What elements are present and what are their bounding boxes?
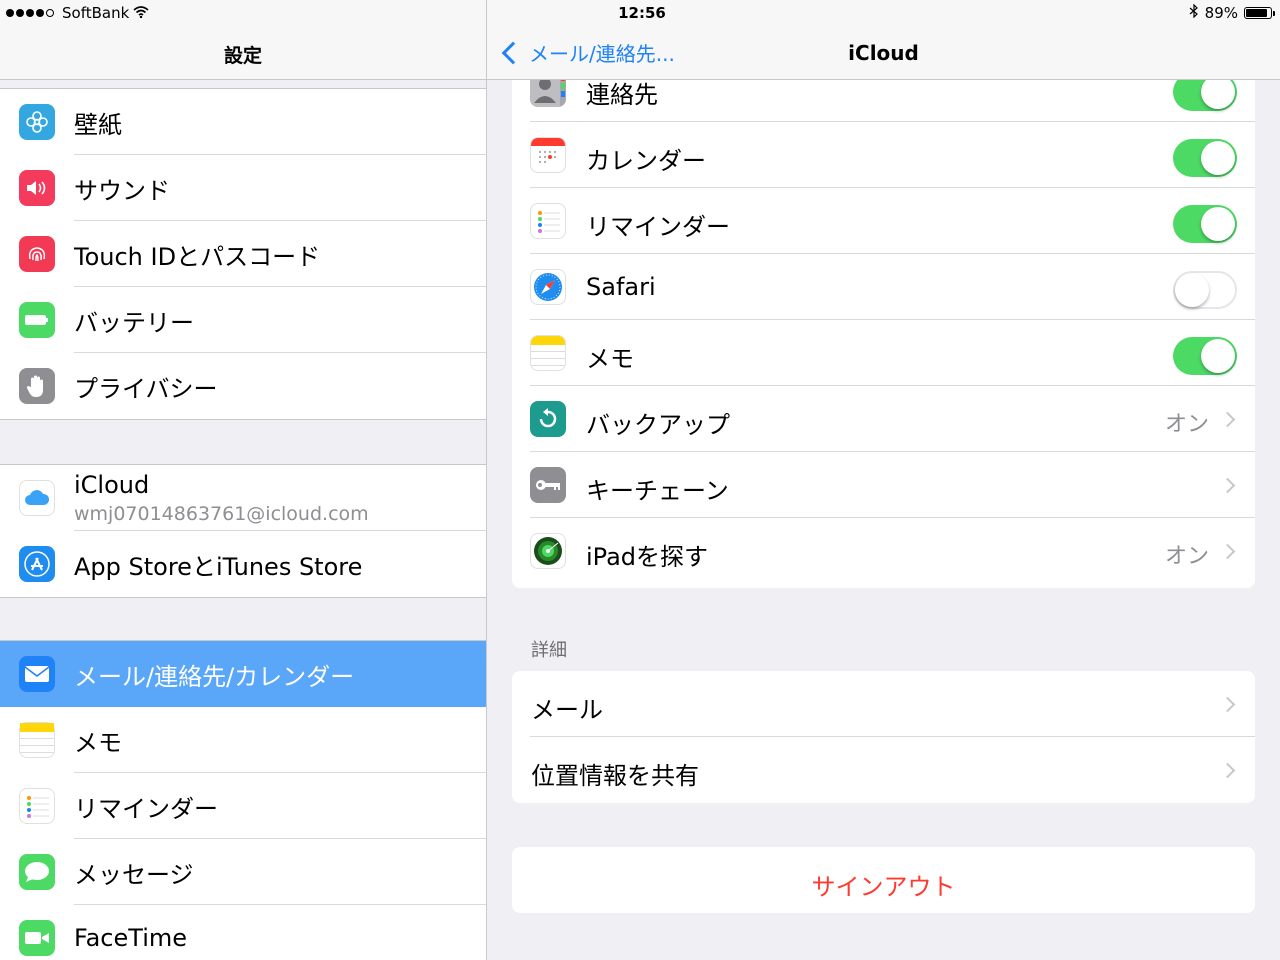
settings-item-label: プライバシー	[74, 374, 218, 403]
key-icon	[530, 467, 566, 503]
reminders-icon	[19, 788, 55, 824]
settings-item-mail-contacts-calendar[interactable]: メール/連絡先/カレンダー	[0, 641, 486, 707]
chevron-right-icon	[1219, 762, 1236, 779]
settings-item-label: リマインダー	[74, 794, 218, 823]
signout-label: サインアウト	[811, 873, 956, 901]
settings-item-label: メモ	[74, 728, 122, 757]
service-row-keychain[interactable]: キーチェーン	[512, 452, 1255, 518]
settings-group-accounts: iCloud wmj07014863761@icloud.com App Sto…	[0, 464, 486, 598]
chevron-right-icon	[1219, 696, 1236, 713]
battery-icon	[1244, 7, 1275, 19]
battery-icon	[19, 302, 55, 338]
reminders-icon	[530, 203, 566, 239]
advanced-mail-label: メール	[531, 696, 603, 724]
status-right: 89%	[1189, 3, 1275, 22]
master-title: 設定	[223, 45, 262, 67]
service-row-reminders: リマインダー	[512, 188, 1255, 254]
notes-toggle[interactable]	[1173, 337, 1237, 375]
icloud-services-list: 連絡先 カレンダー リマインダー Safari メモ バックアップ オン キーチ…	[512, 56, 1255, 588]
service-label: リマインダー	[586, 213, 730, 241]
service-label: iPadを探す	[586, 543, 709, 571]
find-my-radar-icon	[530, 533, 566, 569]
bluetooth-icon	[1189, 3, 1199, 22]
appstore-icon	[19, 546, 55, 582]
find-my-ipad-status: オン	[1164, 544, 1209, 569]
detail-title: iCloud	[848, 41, 919, 65]
service-label: 連絡先	[586, 81, 658, 109]
service-label: メモ	[586, 345, 634, 373]
advanced-list: メール 位置情報を共有	[512, 671, 1255, 803]
settings-item-label: App StoreとiTunes Store	[74, 552, 363, 581]
battery-percentage: 89%	[1204, 4, 1238, 22]
settings-item-label: Touch IDとパスコード	[74, 242, 321, 271]
advanced-row-share-location[interactable]: 位置情報を共有	[512, 737, 1255, 803]
backup-status: オン	[1164, 412, 1209, 437]
reminders-toggle[interactable]	[1173, 205, 1237, 243]
settings-item-touchid[interactable]: Touch IDとパスコード	[0, 221, 486, 287]
status-bar: SoftBank 12:56 89%	[0, 0, 1280, 26]
settings-item-wallpaper[interactable]: 壁紙	[0, 89, 486, 155]
safari-toggle[interactable]	[1173, 271, 1237, 309]
service-row-safari: Safari	[512, 254, 1255, 320]
section-header-advanced: 詳細	[531, 640, 567, 661]
chevron-right-icon	[1219, 543, 1236, 560]
settings-item-notes[interactable]: メモ	[0, 707, 486, 773]
notes-icon	[19, 722, 55, 758]
icloud-label: iCloud	[74, 471, 150, 499]
settings-group-general: 壁紙 サウンド Touch IDとパスコード バッテリー プライバシー	[0, 88, 486, 420]
settings-group-apps: メール/連絡先/カレンダー メモ リマインダー メッセージ FaceTime	[0, 640, 486, 960]
chevron-right-icon	[1219, 411, 1236, 428]
backup-icon	[530, 401, 566, 437]
wallpaper-icon	[19, 104, 55, 140]
settings-item-label: メール/連絡先/カレンダー	[74, 662, 355, 691]
settings-item-facetime[interactable]: FaceTime	[0, 905, 486, 960]
mail-icon	[19, 656, 55, 692]
service-row-calendar: カレンダー	[512, 122, 1255, 188]
status-time: 12:56	[618, 4, 666, 22]
chevron-right-icon	[1219, 477, 1236, 494]
video-camera-icon	[19, 920, 55, 956]
service-label: カレンダー	[586, 147, 706, 175]
service-row-find-my-ipad[interactable]: iPadを探す オン	[512, 518, 1255, 584]
advanced-row-mail[interactable]: メール	[512, 671, 1255, 737]
settings-item-sound[interactable]: サウンド	[0, 155, 486, 221]
icloud-detail-pane: メール/連絡先... iCloud 連絡先 カレンダー リマインダー Safar…	[487, 0, 1280, 960]
settings-master-pane: 設定 壁紙 サウンド Touch IDとパスコード バッテリー プライバシー i…	[0, 0, 487, 960]
settings-item-label: 壁紙	[74, 110, 122, 139]
calendar-toggle[interactable]	[1173, 139, 1237, 177]
icloud-account-email: wmj07014863761@icloud.com	[74, 503, 369, 525]
settings-item-icloud[interactable]: iCloud wmj07014863761@icloud.com	[0, 465, 486, 531]
service-label: キーチェーン	[586, 477, 729, 505]
speaker-icon	[19, 170, 55, 206]
service-row-backup[interactable]: バックアップ オン	[512, 386, 1255, 452]
service-row-notes: メモ	[512, 320, 1255, 386]
signout-button[interactable]: サインアウト	[512, 847, 1255, 913]
settings-item-battery[interactable]: バッテリー	[0, 287, 486, 353]
advanced-share-location-label: 位置情報を共有	[531, 762, 699, 790]
icloud-icon	[19, 480, 55, 516]
fingerprint-icon	[19, 236, 55, 272]
settings-item-label: FaceTime	[74, 924, 188, 952]
service-label: Safari	[586, 273, 656, 301]
notes-icon	[530, 335, 566, 371]
settings-item-privacy[interactable]: プライバシー	[0, 353, 486, 419]
settings-item-label: メッセージ	[74, 860, 194, 889]
hand-icon	[19, 368, 55, 404]
service-label: バックアップ	[586, 411, 730, 439]
settings-item-label: バッテリー	[74, 308, 194, 337]
settings-item-reminders[interactable]: リマインダー	[0, 773, 486, 839]
settings-item-messages[interactable]: メッセージ	[0, 839, 486, 905]
settings-item-label: サウンド	[74, 176, 170, 205]
safari-compass-icon	[530, 269, 566, 305]
calendar-icon	[530, 137, 566, 173]
messages-icon	[19, 854, 55, 890]
settings-item-appstore[interactable]: App StoreとiTunes Store	[0, 531, 486, 597]
